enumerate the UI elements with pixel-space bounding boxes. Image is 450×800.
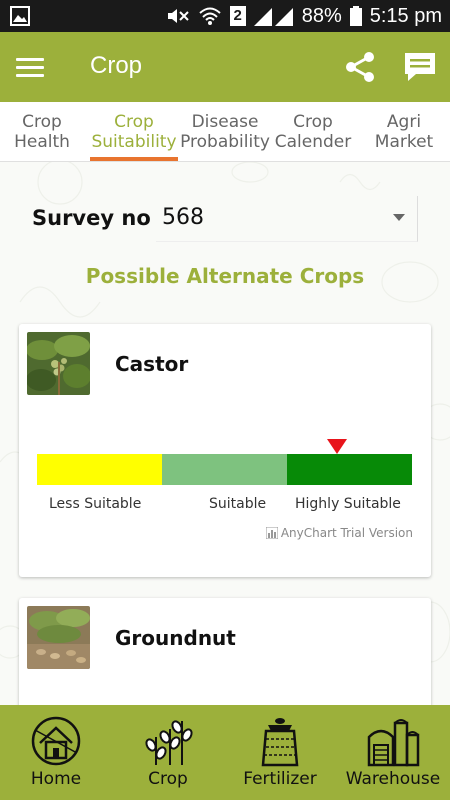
signal-icon	[253, 8, 293, 26]
scale-segment-less	[37, 454, 162, 485]
watermark-text: AnyChart Trial Version	[280, 526, 413, 540]
tab-crop-suitability[interactable]: Crop Suitability	[90, 102, 178, 162]
wifi-icon	[199, 7, 221, 25]
tab-agri-market[interactable]: Agri Market	[358, 102, 450, 162]
nav-home[interactable]: Home	[0, 705, 112, 800]
survey-label: Survey no	[32, 206, 151, 230]
app-bar: Crop	[0, 32, 450, 102]
nav-label: Fertilizer	[243, 769, 317, 789]
scale-segment-highly	[287, 454, 412, 485]
dropdown-arrow-icon	[393, 214, 405, 221]
share-icon[interactable]	[343, 50, 377, 84]
scale-label-less: Less Suitable	[49, 496, 142, 512]
suitability-scale	[37, 454, 412, 485]
status-bar: 2 88% 5:15 pm	[0, 0, 450, 32]
tab-crop-health[interactable]: Crop Health	[0, 102, 84, 162]
menu-icon[interactable]	[16, 54, 44, 80]
tab-indicator	[90, 157, 178, 161]
scale-label-suitable: Suitable	[209, 496, 267, 512]
bar-chart-icon	[265, 527, 278, 539]
tab-bar: Crop Health Crop Suitability Disease Pro…	[0, 102, 450, 162]
gallery-icon	[10, 6, 30, 26]
chart-watermark: AnyChart Trial Version	[265, 526, 413, 540]
scale-segment-suitable	[162, 454, 287, 485]
tab-crop-calender[interactable]: Crop Calender	[272, 102, 354, 162]
tab-disease-probability[interactable]: Disease Probability	[180, 102, 270, 162]
nav-crop[interactable]: Crop	[112, 705, 224, 800]
groundnut-plant-photo	[27, 606, 90, 669]
status-icons: 2 88% 5:15 pm	[166, 4, 442, 28]
warehouse-icon	[367, 719, 420, 767]
crop-name: Castor	[115, 352, 189, 376]
nav-warehouse[interactable]: Warehouse	[336, 705, 450, 800]
mute-icon	[167, 9, 189, 23]
clock: 5:15 pm	[369, 4, 442, 27]
battery-percent: 88%	[301, 4, 342, 27]
crop-card-groundnut[interactable]: Groundnut	[19, 598, 431, 705]
chat-icon[interactable]	[402, 50, 438, 84]
main-content[interactable]: Survey no 568 Possible Alternate Crops C…	[0, 162, 450, 705]
nav-label: Home	[30, 769, 82, 789]
suitability-marker-icon	[327, 439, 347, 454]
sim-icon: 2	[229, 6, 246, 26]
survey-number-dropdown[interactable]: 568	[156, 196, 418, 242]
castor-plant-photo	[27, 332, 90, 395]
section-title: Possible Alternate Crops	[85, 264, 365, 288]
scale-label-highly: Highly Suitable	[295, 496, 401, 512]
nav-fertilizer[interactable]: Fertilizer	[224, 705, 336, 800]
page-title: Crop	[90, 52, 143, 79]
bottom-nav: Home Crop Fertilizer Warehouse	[0, 705, 450, 800]
crop-card-castor[interactable]: Castor Less Suitable Suitable Highly Sui…	[19, 324, 431, 577]
crop-name: Groundnut	[115, 626, 236, 650]
fertilizer-bag-icon	[261, 718, 299, 767]
nav-label: Crop	[148, 769, 188, 789]
home-icon	[31, 716, 81, 766]
nav-label: Warehouse	[345, 769, 441, 789]
battery-icon	[349, 6, 362, 26]
crop-plant-icon	[145, 720, 193, 765]
survey-number-value: 568	[162, 205, 204, 230]
